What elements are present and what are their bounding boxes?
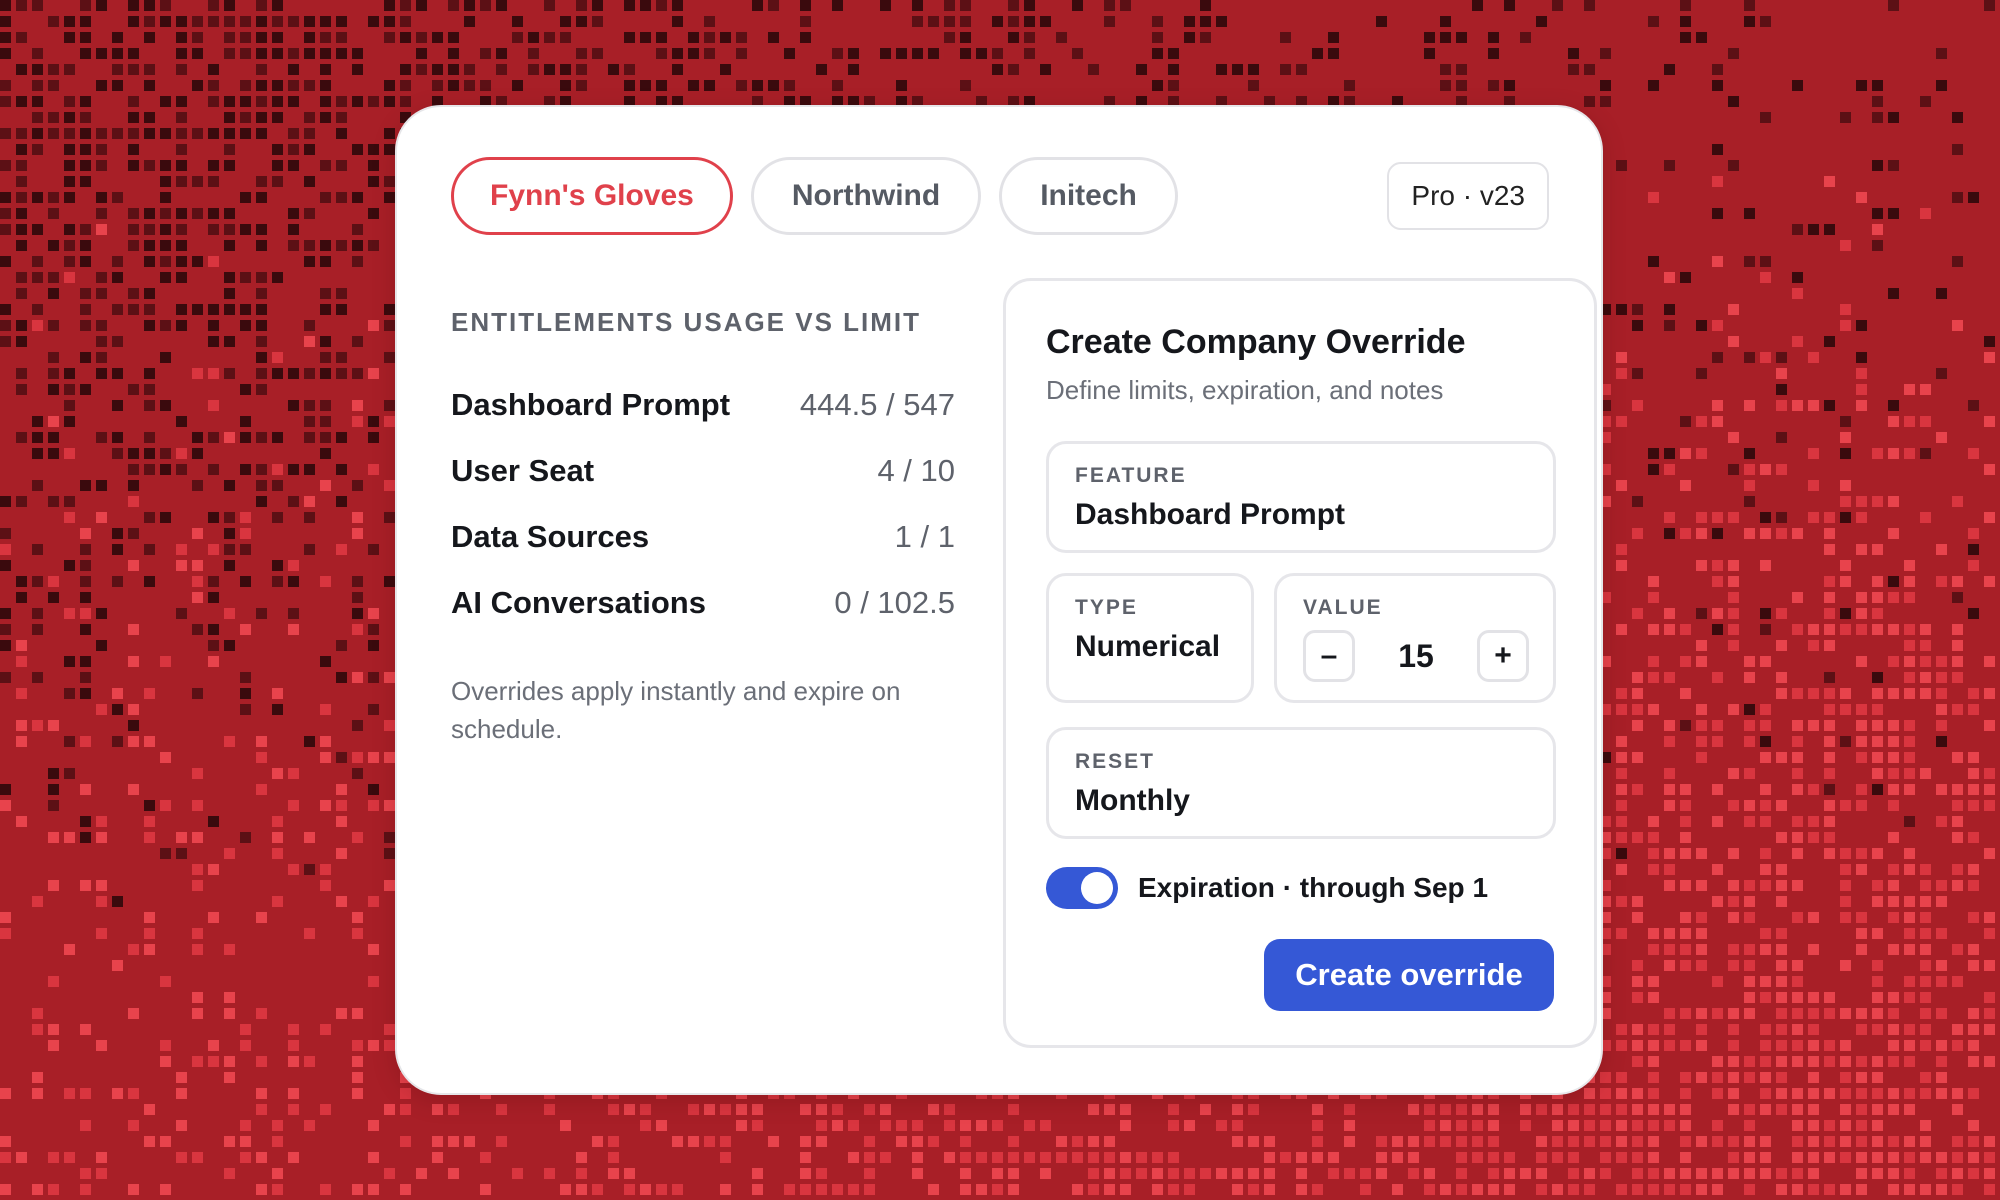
expiration-label: Expiration · through Sep 1 bbox=[1138, 872, 1489, 903]
usage-value: 1 / 1 bbox=[894, 519, 955, 554]
value-amount[interactable]: 15 bbox=[1398, 638, 1434, 675]
usage-name: Dashboard Prompt bbox=[451, 387, 731, 422]
usage-value: 444.5 / 547 bbox=[799, 387, 955, 422]
usage-name: User Seat bbox=[451, 453, 595, 488]
usage-name: Data Sources bbox=[451, 519, 650, 554]
expiration-toggle[interactable] bbox=[1046, 867, 1118, 909]
reset-select[interactable]: RESET Monthly bbox=[1046, 727, 1556, 839]
expiration-row: Expiration · through Sep 1 bbox=[1046, 865, 1488, 911]
override-card: Fynn's Gloves Northwind Initech Pro · v2… bbox=[395, 105, 1603, 1095]
panel-title: Create Company Override bbox=[1046, 323, 1466, 361]
toggle-knob bbox=[1081, 872, 1113, 904]
reset-label: RESET bbox=[1075, 750, 1156, 773]
usage-name: AI Conversations bbox=[451, 585, 706, 620]
usage-note: Overrides apply instantly and expire on … bbox=[451, 676, 901, 744]
usage-section: ENTITLEMENTS USAGE VS LIMIT Dashboard Pr… bbox=[451, 307, 955, 748]
usage-row: Dashboard Prompt 444.5 / 547 bbox=[451, 372, 955, 438]
feature-label: FEATURE bbox=[1075, 464, 1187, 487]
usage-row: User Seat 4 / 10 bbox=[451, 438, 955, 504]
usage-value: 4 / 10 bbox=[877, 453, 955, 488]
tab-initech[interactable]: Initech bbox=[999, 157, 1178, 235]
decrement-button[interactable]: – bbox=[1303, 630, 1355, 682]
create-override-button[interactable]: Create override bbox=[1264, 939, 1554, 1011]
type-label: TYPE bbox=[1075, 596, 1138, 619]
value-field: VALUE – 15 + bbox=[1274, 573, 1556, 703]
usage-value: 0 / 102.5 bbox=[834, 585, 955, 620]
value-stepper: – 15 + bbox=[1303, 628, 1529, 684]
create-override-panel: Create Company Override Define limits, e… bbox=[1003, 278, 1597, 1048]
usage-row: Data Sources 1 / 1 bbox=[451, 504, 955, 570]
panel-subtitle: Define limits, expiration, and notes bbox=[1046, 375, 1444, 405]
tab-fynns-gloves[interactable]: Fynn's Gloves bbox=[451, 157, 733, 235]
type-select[interactable]: TYPE Numerical bbox=[1046, 573, 1254, 703]
type-value: Numerical bbox=[1075, 630, 1221, 663]
usage-title: ENTITLEMENTS USAGE VS LIMIT bbox=[451, 307, 922, 337]
tab-northwind[interactable]: Northwind bbox=[750, 157, 982, 235]
increment-button[interactable]: + bbox=[1477, 630, 1529, 682]
company-tabs: Fynn's Gloves Northwind Initech bbox=[451, 157, 1196, 235]
value-label: VALUE bbox=[1303, 596, 1383, 619]
feature-value: Dashboard Prompt bbox=[1075, 498, 1346, 531]
feature-select[interactable]: FEATURE Dashboard Prompt bbox=[1046, 441, 1556, 553]
plan-badge: Pro · v23 bbox=[1387, 162, 1549, 230]
reset-value: Monthly bbox=[1075, 784, 1190, 817]
usage-row: AI Conversations 0 / 102.5 bbox=[451, 570, 955, 636]
